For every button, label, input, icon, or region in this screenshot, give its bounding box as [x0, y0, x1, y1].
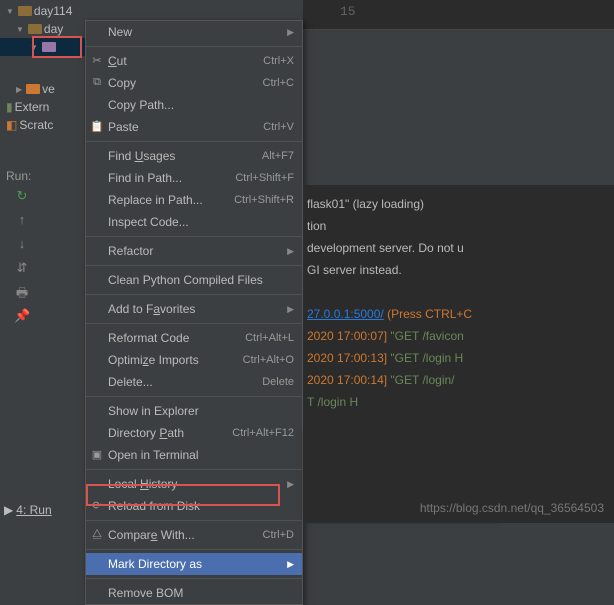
- run-toolbar: ↻ ↑ ↓ ⇵ 🖶 📌: [14, 188, 30, 324]
- paste-icon: 📋: [90, 120, 104, 134]
- menu-favorites[interactable]: Add to Favorites▶: [86, 298, 302, 320]
- tree-label: day114: [34, 4, 72, 18]
- menu-refactor[interactable]: Refactor▶: [86, 240, 302, 262]
- tree-label: ve: [42, 82, 55, 96]
- console-line: 2020 17:00:07] "GET /favicon: [307, 325, 610, 347]
- up-icon[interactable]: ↑: [14, 212, 30, 228]
- run-arrow-icon: ▶: [4, 503, 13, 517]
- lib-icon: ▮: [6, 100, 13, 114]
- tree-item[interactable]: ▮Extern: [0, 98, 90, 116]
- console-link[interactable]: 27.0.0.1:5000/: [307, 307, 384, 321]
- annotation-box: [32, 36, 82, 58]
- line-number: 15: [340, 4, 356, 19]
- folder-icon: [26, 84, 40, 94]
- console-line: 27.0.0.1:5000/ (Press CTRL+C: [307, 303, 610, 325]
- rerun-icon[interactable]: ↻: [14, 188, 30, 204]
- tree-label: Extern: [15, 100, 50, 114]
- menu-inspect[interactable]: Inspect Code...: [86, 211, 302, 233]
- pin-icon[interactable]: 📌: [14, 308, 30, 324]
- menu-new[interactable]: New▶: [86, 21, 302, 43]
- menu-find-in-path[interactable]: Find in Path...Ctrl+Shift+F: [86, 167, 302, 189]
- console-output: flask01" (lazy loading) tion development…: [303, 185, 614, 523]
- run-panel: Run:: [0, 165, 50, 187]
- menu-remove-bom[interactable]: Remove BOM: [86, 582, 302, 604]
- run-label: Run:: [0, 165, 50, 187]
- menu-optimize[interactable]: Optimize ImportsCtrl+Alt+O: [86, 349, 302, 371]
- menu-delete[interactable]: Delete...Delete: [86, 371, 302, 393]
- menu-reload[interactable]: ⟳Reload from Disk: [86, 495, 302, 517]
- tree-label: Scratc: [19, 118, 53, 132]
- wrap-icon[interactable]: ⇵: [14, 260, 30, 276]
- watermark: https://blog.csdn.net/qq_36564503: [420, 501, 604, 515]
- cut-icon: ✂: [90, 54, 104, 68]
- scratch-icon: ◧: [6, 118, 17, 132]
- console-line: T /login H: [307, 391, 610, 413]
- menu-replace-in-path[interactable]: Replace in Path...Ctrl+Shift+R: [86, 189, 302, 211]
- menu-compare[interactable]: ⧋Compare With...Ctrl+D: [86, 524, 302, 546]
- folder-icon: [28, 24, 42, 34]
- menu-paste[interactable]: 📋PasteCtrl+V: [86, 116, 302, 138]
- menu-clean-pyc[interactable]: Clean Python Compiled Files: [86, 269, 302, 291]
- menu-local-history[interactable]: Local History▶: [86, 473, 302, 495]
- menu-copy-path[interactable]: Copy Path...: [86, 94, 302, 116]
- tree-label: day: [44, 22, 63, 36]
- terminal-icon: ▣: [90, 448, 104, 462]
- reload-icon: ⟳: [90, 499, 104, 513]
- console-line: tion: [307, 215, 610, 237]
- bottom-bar[interactable]: ▶ 4: Run: [4, 503, 52, 517]
- menu-mark-directory[interactable]: Mark Directory as▶: [86, 553, 302, 575]
- menu-open-terminal[interactable]: ▣Open in Terminal: [86, 444, 302, 466]
- diff-icon: ⧋: [90, 528, 104, 542]
- menu-find-usages[interactable]: Find UsagesAlt+F7: [86, 145, 302, 167]
- print-icon[interactable]: 🖶: [14, 284, 30, 300]
- menu-cut[interactable]: ✂CutCtrl+X: [86, 50, 302, 72]
- tree-item[interactable]: ve: [0, 80, 90, 98]
- menu-reformat[interactable]: Reformat CodeCtrl+Alt+L: [86, 327, 302, 349]
- console-line: flask01" (lazy loading): [307, 193, 610, 215]
- console-line: development server. Do not u: [307, 237, 610, 259]
- console-line: 2020 17:00:14] "GET /login/: [307, 369, 610, 391]
- console-line: 2020 17:00:13] "GET /login H: [307, 347, 610, 369]
- down-icon[interactable]: ↓: [14, 236, 30, 252]
- menu-show-explorer[interactable]: Show in Explorer: [86, 400, 302, 422]
- menu-directory-path[interactable]: Directory PathCtrl+Alt+F12: [86, 422, 302, 444]
- console-line: GI server instead.: [307, 259, 610, 281]
- context-menu: New▶ ✂CutCtrl+X ⧉CopyCtrl+C Copy Path...…: [85, 20, 303, 605]
- tree-item[interactable]: day114: [0, 2, 90, 20]
- copy-icon: ⧉: [90, 76, 104, 90]
- run-tab-label: 4: Run: [16, 503, 51, 517]
- tree-item[interactable]: ◧Scratc: [0, 116, 90, 134]
- folder-icon: [18, 6, 32, 16]
- menu-copy[interactable]: ⧉CopyCtrl+C: [86, 72, 302, 94]
